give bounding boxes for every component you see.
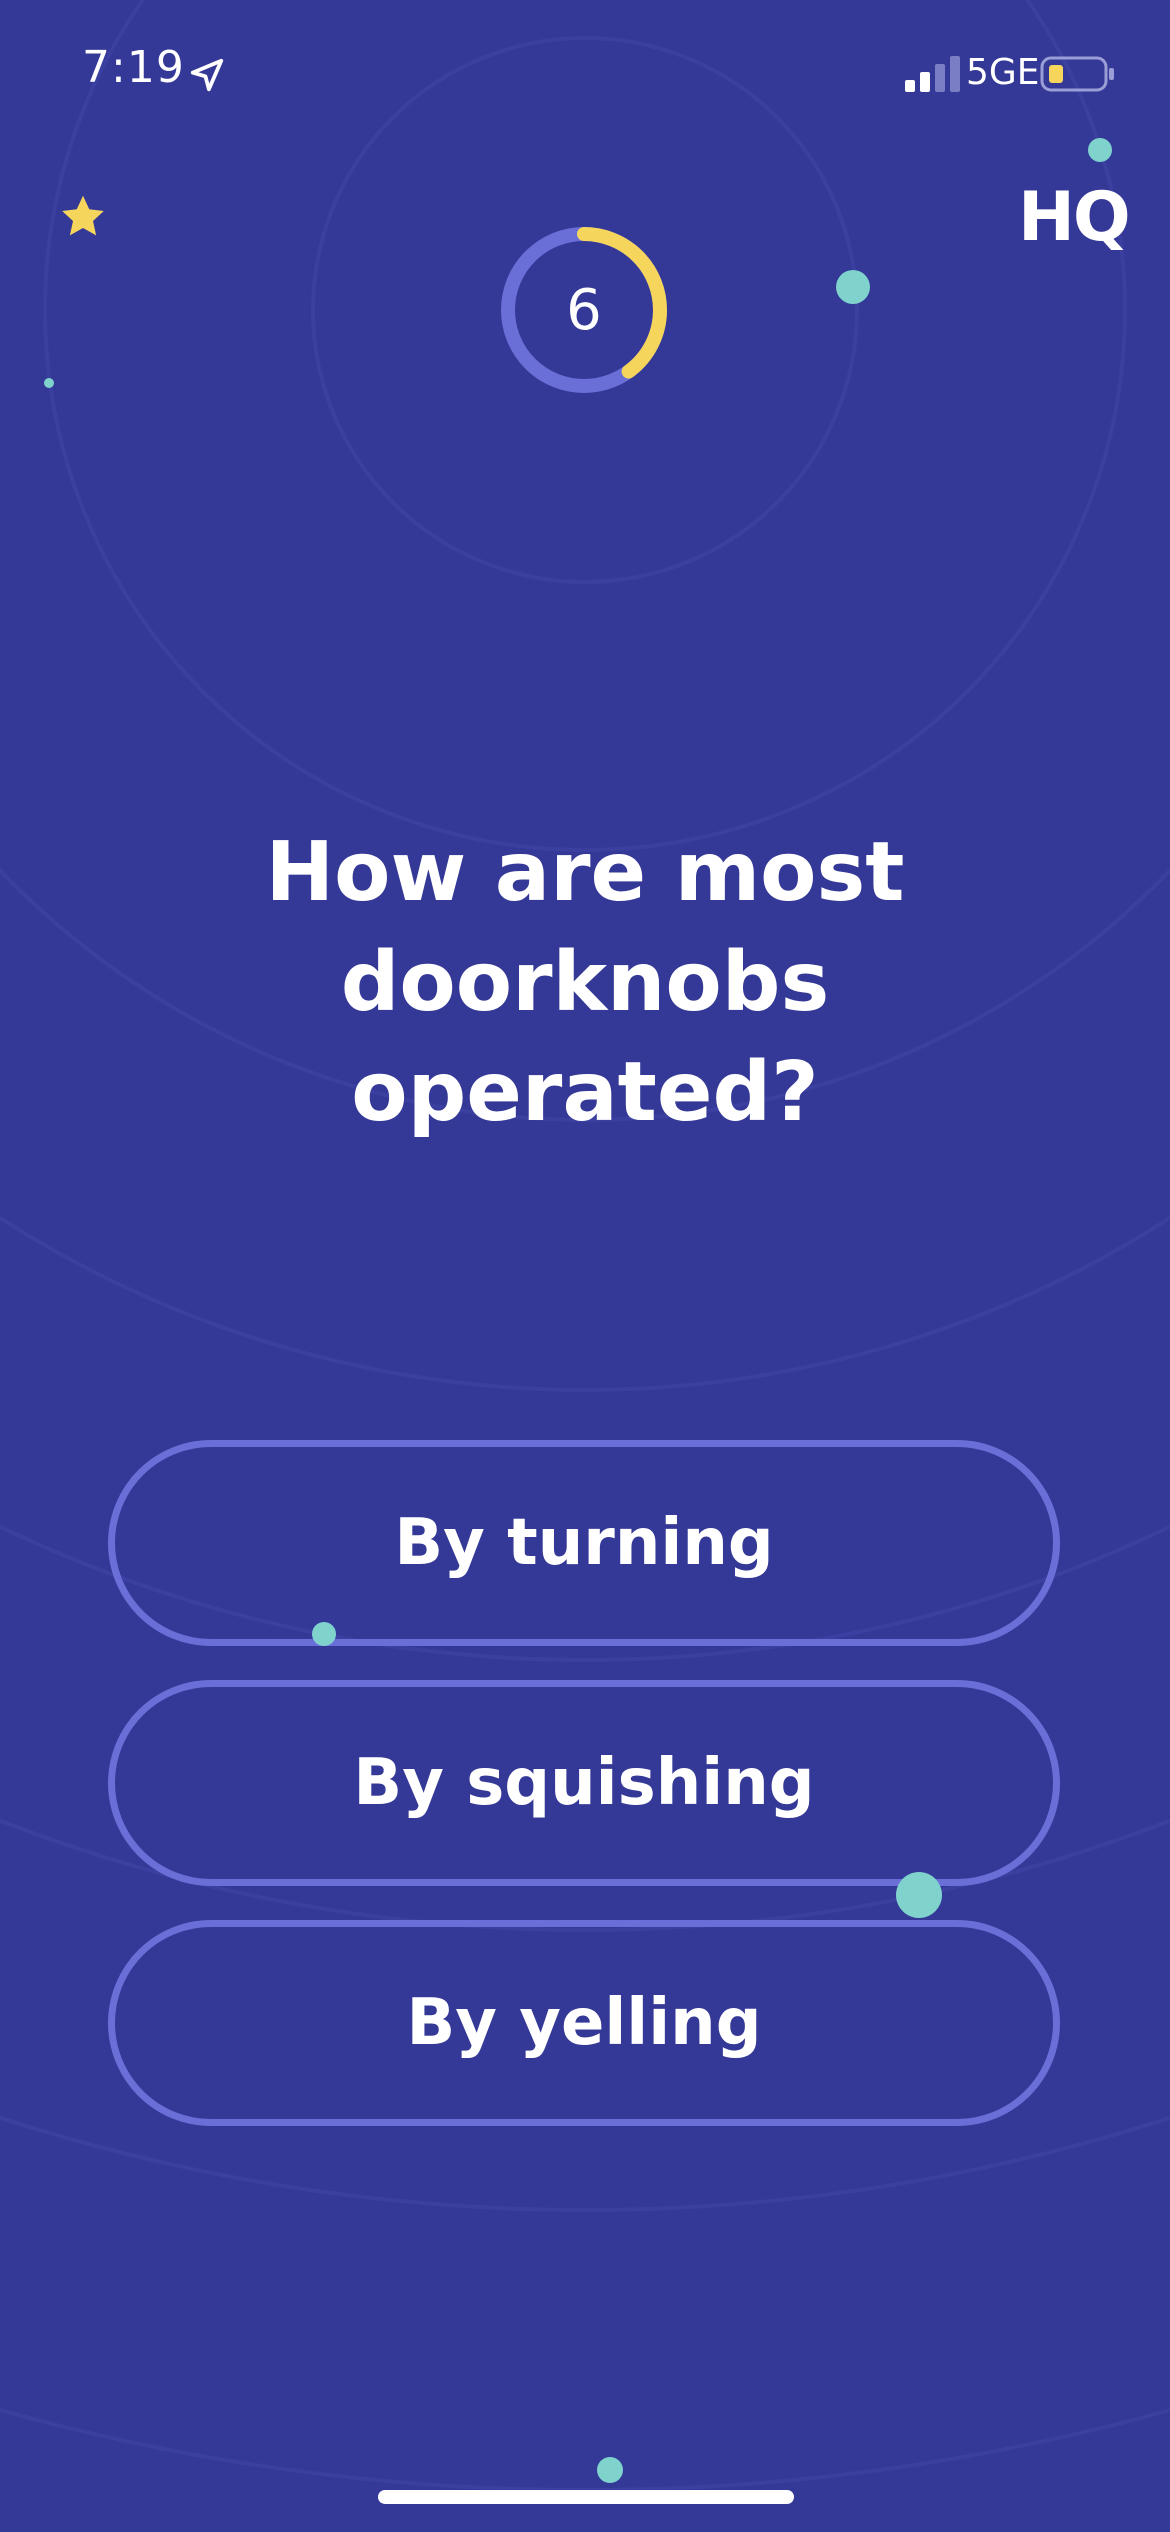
- decor-dot: [1088, 138, 1112, 162]
- decor-dot: [312, 1622, 336, 1646]
- star-icon: [62, 195, 104, 236]
- question-text: How are most doorknobs operated?: [265, 825, 905, 1140]
- decor-dot: [44, 378, 54, 388]
- decor-dot: [896, 1872, 942, 1918]
- hq-logo: HQ: [1018, 178, 1131, 257]
- home-indicator[interactable]: [378, 2490, 794, 2504]
- answer-button-1[interactable]: By turning: [108, 1440, 1060, 1646]
- status-bar: 7:19 5GE: [0, 0, 1170, 150]
- status-time: 7:19: [82, 42, 185, 93]
- location-arrow-icon: [190, 58, 224, 92]
- answer-button-2[interactable]: By squishing: [108, 1680, 1060, 1886]
- network-type: 5GE: [966, 52, 1040, 93]
- countdown-timer: 6: [498, 224, 670, 396]
- decor-dot: [597, 2457, 623, 2483]
- answer-button-3[interactable]: By yelling: [108, 1920, 1060, 2126]
- battery-low-icon: [1040, 56, 1114, 92]
- timer-seconds: 6: [566, 277, 602, 343]
- decor-dot: [836, 270, 870, 304]
- cellular-signal-icon: [905, 56, 960, 92]
